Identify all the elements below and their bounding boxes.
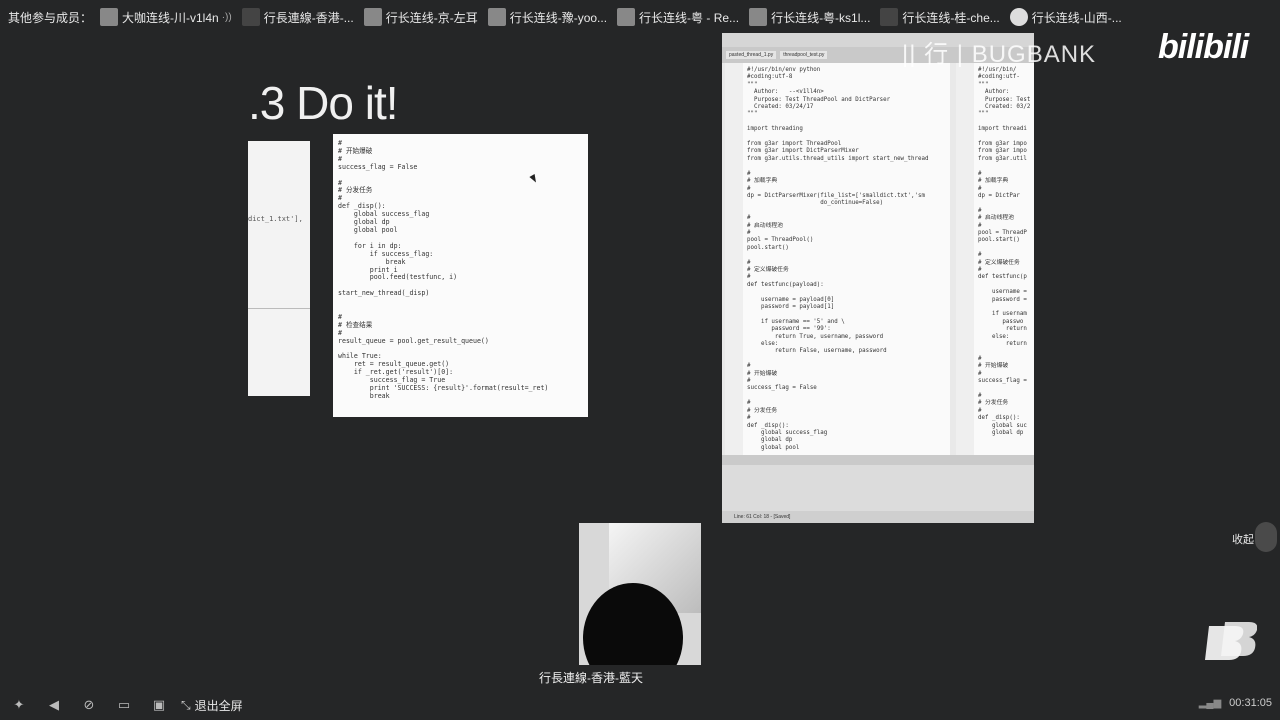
participant-6[interactable]: 行长连线-粤-ks1l... <box>749 6 870 28</box>
time-text: 00:31:05 <box>1229 697 1272 709</box>
editor-gutter <box>725 63 743 455</box>
participants-bar: 其他参与成员： 大咖连线-川-v1l4n ·)) 行長連線-香港-... 行长连… <box>0 0 1280 34</box>
participant-name: 大咖连线-川-v1l4n <box>122 10 219 25</box>
participant-name: 行长连线-山西-... <box>1031 10 1122 25</box>
participant-name: 行長連線-香港-... <box>263 10 354 25</box>
camera-off-icon[interactable]: ⊘ <box>79 695 99 715</box>
editor-code: #!/usr/bin/env python #coding:utf-8 """ … <box>747 67 929 451</box>
participant-4[interactable]: 行长连线-豫-yoo... <box>487 6 608 28</box>
participant-3[interactable]: 行长连线-京-左耳 <box>363 6 478 28</box>
exit-fullscreen-icon: ⤡ <box>181 697 191 712</box>
participant-5[interactable]: 行长连线-粤 - Re... <box>617 6 739 28</box>
editor-gutter <box>956 63 974 455</box>
collapse-label[interactable]: 收起 <box>1232 531 1254 547</box>
signal-icon: ▂▄▆ <box>1198 697 1222 709</box>
avatar <box>487 8 506 26</box>
divider <box>248 308 310 309</box>
slide-code-panel: # # 开始爆破 # success_flag = False # # 分发任务… <box>333 134 588 417</box>
participant-7[interactable]: 行长连线-桂-che... <box>880 6 1000 28</box>
video-tile[interactable] <box>579 523 701 665</box>
speaker-icon[interactable]: ◀ <box>44 695 64 715</box>
exit-fullscreen-button[interactable]: ⤡ 退出全屏 <box>181 697 243 714</box>
screen-share-icon[interactable]: ▭ <box>114 695 134 715</box>
participant-name: 行长连线-粤 - Re... <box>639 10 740 25</box>
side-code-fragment: dict_1.txt'], <box>248 215 303 223</box>
participant-8[interactable]: 行长连线-山西-... <box>1009 6 1122 28</box>
slide-title: .3 Do it! <box>248 77 399 129</box>
bottom-toolbar: ✦ ◀ ⊘ ▭ ▣ ⤡ 退出全屏 <box>0 690 1280 720</box>
ide-tab: threadpool_test.py <box>780 51 828 59</box>
participant-2[interactable]: 行長連線-香港-... <box>241 6 354 28</box>
slide-side-panel: dict_1.txt'], <box>248 141 310 396</box>
editor-left: #!/usr/bin/env python #coding:utf-8 """ … <box>725 63 950 455</box>
participant-name: 行长连线-桂-che... <box>902 10 1000 25</box>
collapse-button[interactable] <box>1255 522 1277 552</box>
avatar <box>880 8 899 26</box>
code-block: # # 开始爆破 # success_flag = False # # 分发任务… <box>338 139 549 400</box>
participants-label: 其他参与成员： <box>8 10 93 25</box>
avatar <box>1009 8 1028 26</box>
ide-status: Line: 61 Col: 18 - [Saved] <box>722 511 1034 523</box>
avatar <box>363 8 382 26</box>
avatar <box>100 8 119 26</box>
shared-screen: pasted_thread_1.py threadpool_test.py #!… <box>722 33 1034 523</box>
exit-fullscreen-label: 退出全屏 <box>194 698 243 713</box>
microphone-icon[interactable]: ✦ <box>9 695 29 715</box>
avatar <box>749 8 768 26</box>
bb-logo-icon <box>1205 622 1257 660</box>
participant-name: 行长连线-京-左耳 <box>385 10 478 25</box>
avatar <box>617 8 636 26</box>
participant-name: 行长连线-豫-yoo... <box>509 10 608 25</box>
video-speaker-name: 行長連線-香港-藍天 <box>539 671 643 685</box>
avatar <box>241 8 260 26</box>
elapsed-time: ▂▄▆ 00:31:05 <box>1199 697 1272 709</box>
participant-1[interactable]: 大咖连线-川-v1l4n ·)) <box>100 6 232 28</box>
participant-name: 行长连线-粤-ks1l... <box>771 10 871 25</box>
editor-right: #!/usr/bin/ #coding:utf- """ Author: Pur… <box>956 63 1034 455</box>
layout-icon[interactable]: ▣ <box>149 695 169 715</box>
speaking-icon: ·)) <box>221 11 232 23</box>
watermark-overlay: || 行 | BUGBANK <box>902 41 1097 68</box>
bilibili-logo: bilibili <box>1158 28 1249 66</box>
ide-tab: pasted_thread_1.py <box>726 51 777 59</box>
